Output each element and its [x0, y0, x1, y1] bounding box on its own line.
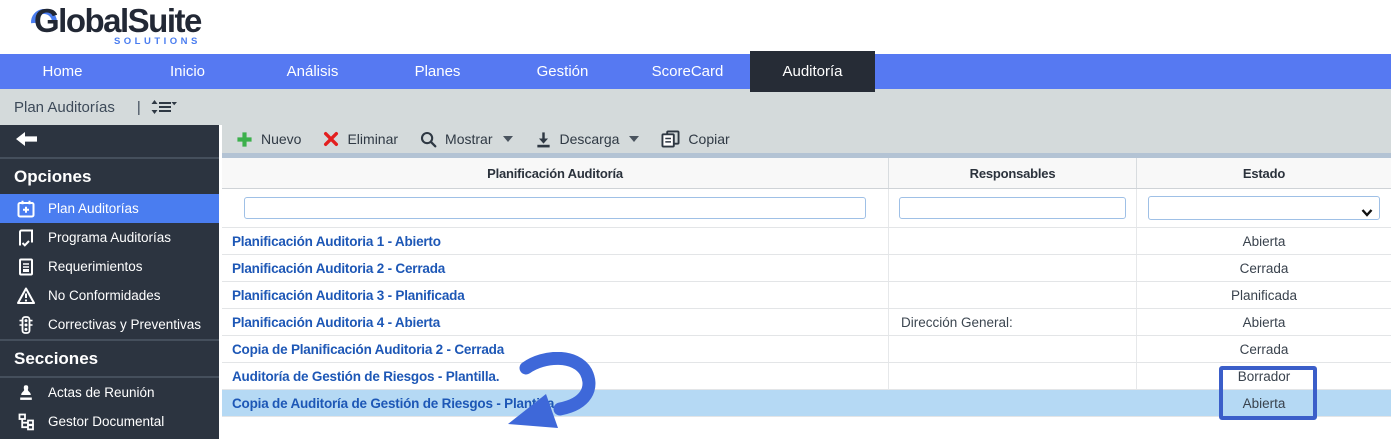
table-row: Copia de Planificación Auditoria 2 - Cer…	[222, 336, 1391, 363]
row-name-link[interactable]: Planificación Auditoria 2 - Cerrada	[222, 255, 889, 281]
content-area: Nuevo Eliminar Mostrar Descarga Copiar P…	[219, 125, 1391, 439]
caret-down-icon	[503, 136, 513, 142]
table-row: Copia de Auditoría de Gestión de Riesgos…	[222, 390, 1391, 417]
copy-icon	[661, 130, 680, 148]
column-header-estado: Estado	[1137, 158, 1391, 188]
document-icon	[16, 257, 36, 277]
sidebar-collapse-button[interactable]	[0, 125, 219, 159]
table-row: Auditoría de Gestión de Riesgos - Planti…	[222, 363, 1391, 390]
planificacion-filter-input[interactable]	[244, 197, 866, 219]
row-name-link[interactable]: Auditoría de Gestión de Riesgos - Planti…	[222, 363, 889, 389]
mostrar-button[interactable]: Mostrar	[420, 131, 512, 148]
row-name-link[interactable]: Planificación Auditoria 3 - Planificada	[222, 282, 889, 308]
sidebar-section-title-opciones: Opciones	[0, 159, 219, 194]
row-responsables	[889, 228, 1137, 254]
sidebar-item-gestor-documental[interactable]: Gestor Documental	[0, 407, 219, 436]
audit-app-window: GlobalSuite SOLUTIONS HomeInicioAnálisis…	[0, 0, 1391, 439]
download-icon	[535, 131, 552, 148]
row-estado: Abierta	[1137, 228, 1391, 254]
nav-item-gestion[interactable]: Gestión	[500, 54, 625, 89]
sidebar-item-correctivas-y-preventivas[interactable]: Correctivas y Preventivas	[0, 310, 219, 339]
nav-item-auditoria[interactable]: Auditoría	[750, 51, 875, 92]
stamp-icon	[16, 383, 36, 403]
plus-icon	[236, 131, 253, 148]
table-row: Planificación Auditoria 2 - Cerrada Cerr…	[222, 255, 1391, 282]
row-estado: Planificada	[1137, 282, 1391, 308]
table-row: Planificación Auditoria 4 - Abierta Dire…	[222, 309, 1391, 336]
column-header-planificacion: Planificación Auditoría	[222, 158, 889, 188]
calendar-plus-icon	[16, 199, 36, 219]
logo-text: GlobalSuite	[34, 2, 201, 40]
row-responsables	[889, 336, 1137, 362]
nav-item-inicio[interactable]: Inicio	[125, 54, 250, 89]
org-chart-icon	[16, 412, 36, 432]
globalsuite-logo: GlobalSuite SOLUTIONS	[34, 2, 201, 47]
descarga-button[interactable]: Descarga	[535, 131, 640, 148]
sidebar-item-requerimientos[interactable]: Requerimientos	[0, 252, 219, 281]
nav-item-scorecard[interactable]: ScoreCard	[625, 54, 750, 89]
table-row: Planificación Auditoria 3 - Planificada …	[222, 282, 1391, 309]
row-responsables	[889, 282, 1137, 308]
sidebar-item-no-conformidades[interactable]: No Conformidades	[0, 281, 219, 310]
main-nav: HomeInicioAnálisisPlanesGestiónScoreCard…	[0, 54, 1391, 89]
traffic-light-icon	[16, 315, 36, 335]
table-filter-row	[222, 189, 1391, 228]
sidebar-section-title-secciones: Secciones	[0, 339, 219, 378]
table-header-row: Planificación Auditoría Responsables Est…	[222, 158, 1391, 189]
sidebar-item-actas-de-reunion[interactable]: Actas de Reunión	[0, 378, 219, 407]
row-responsables	[889, 255, 1137, 281]
row-responsables	[889, 390, 1137, 416]
table-body: Planificación Auditoria 1 - Abierto Abie…	[222, 228, 1391, 417]
nav-item-home[interactable]: Home	[0, 54, 125, 89]
book-check-icon	[16, 228, 36, 248]
row-name-link[interactable]: Copia de Planificación Auditoria 2 - Cer…	[222, 336, 889, 362]
copiar-button[interactable]: Copiar	[661, 130, 729, 148]
responsables-filter-input[interactable]	[899, 197, 1126, 219]
row-estado: Cerrada	[1137, 336, 1391, 362]
row-responsables	[889, 363, 1137, 389]
nav-item-planes[interactable]: Planes	[375, 54, 500, 89]
warning-triangle-icon	[16, 286, 36, 306]
nav-item-analisis[interactable]: Análisis	[250, 54, 375, 89]
audit-table: Planificación Auditoría Responsables Est…	[222, 158, 1391, 417]
estado-filter-select[interactable]	[1148, 196, 1380, 220]
row-estado: Cerrada	[1137, 255, 1391, 281]
nuevo-button[interactable]: Nuevo	[236, 131, 301, 148]
sidebar-item-plan-auditorias[interactable]: Plan Auditorías	[0, 194, 219, 223]
row-estado: Abierta	[1137, 390, 1391, 416]
row-name-link[interactable]: Planificación Auditoria 4 - Abierta	[222, 309, 889, 335]
row-estado: Borrador	[1137, 363, 1391, 389]
breadcrumb: Plan Auditorías	[14, 99, 115, 116]
sidebar-item-programa-auditorias[interactable]: Programa Auditorías	[0, 223, 219, 252]
logo-bar: GlobalSuite SOLUTIONS	[0, 0, 1391, 54]
row-name-link[interactable]: Planificación Auditoria 1 - Abierto	[222, 228, 889, 254]
row-name-link[interactable]: Copia de Auditoría de Gestión de Riesgos…	[222, 390, 889, 416]
row-responsables: Dirección General:	[889, 309, 1137, 335]
caret-down-icon	[629, 136, 639, 142]
search-icon	[420, 131, 437, 148]
breadcrumb-bar: Plan Auditorías |	[0, 89, 1391, 125]
row-estado: Abierta	[1137, 309, 1391, 335]
sidebar: Opciones Plan Auditorías Programa Audito…	[0, 125, 219, 439]
list-filter-icon[interactable]	[151, 99, 177, 115]
x-icon	[323, 131, 339, 147]
toolbar: Nuevo Eliminar Mostrar Descarga Copiar	[222, 125, 1391, 153]
column-header-responsables: Responsables	[889, 158, 1137, 188]
breadcrumb-separator: |	[137, 99, 141, 116]
table-row: Planificación Auditoria 1 - Abierto Abie…	[222, 228, 1391, 255]
eliminar-button[interactable]: Eliminar	[323, 131, 398, 147]
back-arrow-icon	[16, 132, 38, 151]
